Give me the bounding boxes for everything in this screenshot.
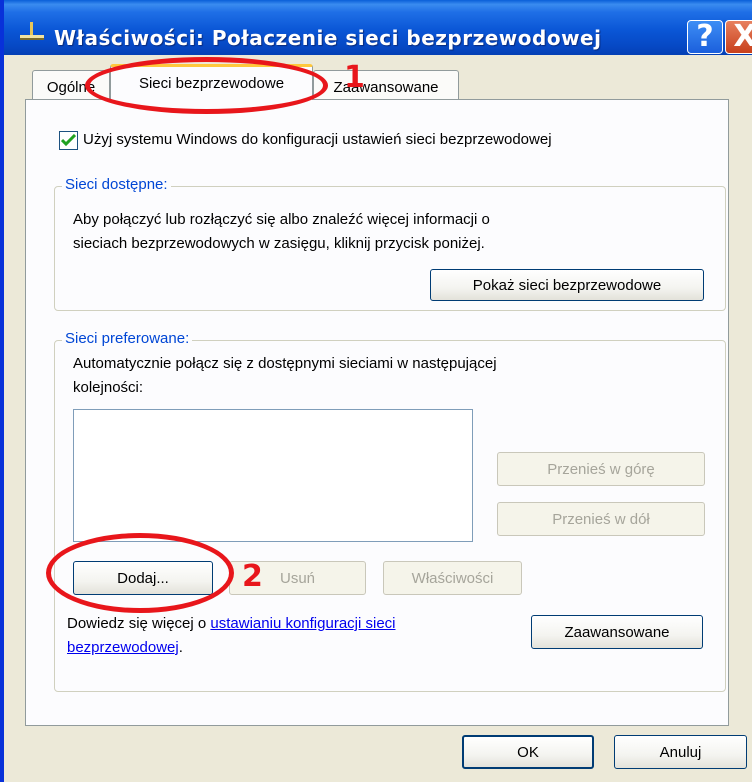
network-connection-icon — [20, 22, 44, 40]
learn-more-line-1: Dowiedz się więcej o ustawianiu konfigur… — [67, 615, 396, 632]
preferred-networks-desc-1: Automatycznie połącz się z dostępnymi si… — [73, 355, 497, 372]
cancel-label: Anuluj — [659, 743, 702, 761]
move-down-label: Przenieś w dół — [552, 510, 650, 528]
cancel-button[interactable]: Anuluj — [614, 735, 747, 769]
remove-label: Usuń — [279, 569, 316, 587]
annotation-number-2: 2 — [242, 559, 263, 594]
window-title: Właściwości: Połaczenie sieci bezprzewod… — [54, 26, 602, 50]
title-bar[interactable]: Właściwości: Połaczenie sieci bezprzewod… — [4, 0, 752, 55]
show-wireless-networks-label: Pokaż sieci bezprzewodowe — [472, 276, 662, 294]
show-wireless-networks-button[interactable]: Pokaż sieci bezprzewodowe — [430, 269, 704, 301]
properties-button[interactable]: Właściwości — [383, 561, 522, 595]
help-icon: ? — [696, 19, 714, 54]
learn-more-prefix: Dowiedz się więcej o — [67, 615, 207, 632]
close-button[interactable]: X — [725, 20, 752, 54]
learn-more-link-2[interactable]: bezprzewodowej — [67, 639, 179, 656]
learn-more-suffix: . — [178, 639, 183, 656]
tab-advanced[interactable]: Zaawansowane — [313, 70, 459, 102]
available-networks-desc-2: sieciach bezprzewodowych w zasięgu, klik… — [73, 235, 485, 252]
close-icon: X — [733, 19, 752, 54]
move-down-button[interactable]: Przenieś w dół — [497, 502, 705, 536]
ok-button[interactable]: OK — [462, 735, 594, 769]
learn-more-line-2: bezprzewodowej. — [67, 639, 183, 656]
move-up-label: Przenieś w górę — [547, 460, 655, 478]
preferred-networks-title: Sieci preferowane: — [62, 330, 193, 347]
preferred-networks-list[interactable] — [73, 409, 473, 542]
properties-label: Właściwości — [411, 569, 494, 587]
use-windows-checkbox[interactable] — [59, 131, 78, 150]
use-windows-label[interactable]: Użyj systemu Windows do konfiguracji ust… — [83, 131, 552, 148]
advanced-label: Zaawansowane — [564, 623, 670, 641]
learn-more-link-1[interactable]: ustawianiu konfiguracji sieci — [210, 615, 395, 632]
move-up-button[interactable]: Przenieś w górę — [497, 452, 705, 486]
checkmark-icon — [61, 134, 76, 147]
available-networks-desc-1: Aby połączyć lub rozłączyć się albo znal… — [73, 211, 490, 228]
available-networks-title: Sieci dostępne: — [62, 176, 171, 193]
advanced-button[interactable]: Zaawansowane — [531, 615, 703, 649]
annotation-number-1: 1 — [344, 60, 365, 95]
help-button[interactable]: ? — [687, 20, 723, 54]
annotation-ring-1 — [85, 57, 328, 114]
annotation-ring-2 — [46, 533, 234, 613]
ok-label: OK — [517, 743, 539, 761]
properties-window: Właściwości: Połaczenie sieci bezprzewod… — [0, 0, 752, 782]
preferred-networks-desc-2: kolejności: — [73, 379, 144, 396]
